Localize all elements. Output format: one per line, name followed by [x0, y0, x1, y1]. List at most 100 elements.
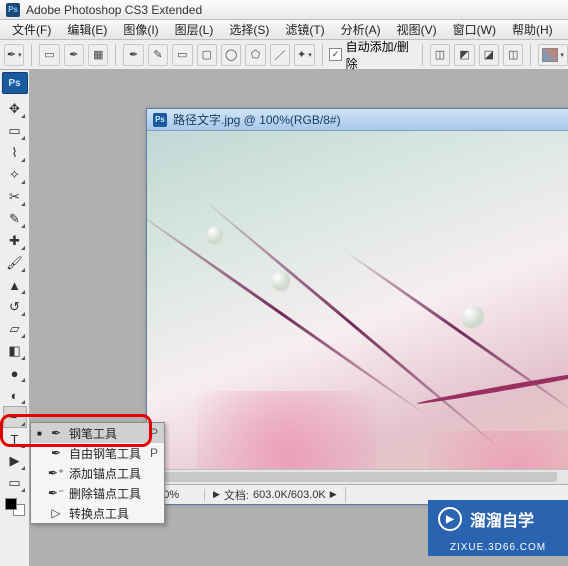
- blur-tool[interactable]: ●: [3, 362, 27, 384]
- color-swatches[interactable]: [3, 496, 27, 518]
- menu-window[interactable]: 窗口(W): [445, 21, 504, 38]
- flyout-item-delete-anchor-tool[interactable]: ✒⁻ 删除锚点工具: [31, 483, 164, 503]
- image-content: [272, 271, 290, 291]
- pen-icon: ✒: [49, 426, 63, 440]
- dodge-tool[interactable]: ◐: [3, 384, 27, 406]
- pen-shape-icon[interactable]: ✒: [123, 44, 143, 66]
- path-op-subtract-icon[interactable]: ◩: [454, 44, 474, 66]
- doc-info-size: 603.0K/603.0K: [253, 489, 326, 501]
- gradient-tool[interactable]: ◧: [3, 340, 27, 362]
- shape-layers-icon[interactable]: ▭: [39, 44, 59, 66]
- convert-point-icon: ▷: [49, 506, 63, 520]
- menu-image[interactable]: 图像(I): [115, 21, 166, 38]
- options-bar: ✒▾ ▭ ✒ ▦ ✒ ✎ ▭ ▢ ◯ ⬠ ／ ✦▾ ✓ 自动添加/删除 ◫ ◩ …: [0, 40, 568, 70]
- shape-tool[interactable]: ▭: [3, 472, 27, 494]
- image-content: [462, 306, 484, 328]
- healing-brush-tool[interactable]: ✚: [3, 230, 27, 252]
- document-title-bar[interactable]: Ps 路径文字.jpg @ 100%(RGB/8#): [147, 109, 568, 131]
- custom-shape-icon[interactable]: ✦▾: [294, 44, 314, 66]
- chevron-down-icon: ▾: [18, 51, 22, 59]
- document-canvas[interactable]: [147, 131, 568, 469]
- image-content: [147, 211, 425, 414]
- menu-select[interactable]: 选择(S): [221, 21, 277, 38]
- menu-help[interactable]: 帮助(H): [504, 21, 561, 38]
- delete-anchor-icon: ✒⁻: [49, 486, 63, 500]
- doc-info[interactable]: ▶ 文档: 603.0K/603.0K ▶: [205, 487, 346, 503]
- flyout-shortcut: P: [150, 446, 158, 460]
- image-content: [417, 366, 568, 406]
- flyout-item-convert-point-tool[interactable]: ▷ 转换点工具: [31, 503, 164, 523]
- ps-badge[interactable]: Ps: [2, 72, 28, 94]
- separator: [322, 44, 323, 66]
- history-brush-tool[interactable]: ↺: [3, 296, 27, 318]
- menu-layer[interactable]: 图层(L): [167, 21, 222, 38]
- path-op-intersect-icon[interactable]: ◪: [479, 44, 499, 66]
- separator: [115, 44, 116, 66]
- image-content: [207, 226, 223, 244]
- pen-tool[interactable]: ✒: [3, 406, 27, 428]
- marquee-tool[interactable]: ▭: [3, 120, 27, 142]
- current-tool-icon[interactable]: ✒▾: [4, 44, 24, 66]
- auto-add-delete-checkbox[interactable]: ✓: [329, 48, 341, 61]
- flyout-shortcut: P: [150, 426, 158, 440]
- app-icon: Ps: [6, 3, 20, 17]
- menu-file[interactable]: 文件(F): [4, 21, 59, 38]
- path-selection-tool[interactable]: ▶: [3, 450, 27, 472]
- ellipse-shape-icon[interactable]: ◯: [221, 44, 241, 66]
- flyout-item-pen-tool[interactable]: ■ ✒ 钢笔工具 P: [31, 423, 164, 443]
- menu-edit[interactable]: 编辑(E): [59, 21, 115, 38]
- polygon-shape-icon[interactable]: ⬠: [245, 44, 265, 66]
- document-window: Ps 路径文字.jpg @ 100%(RGB/8#) 100% ▶ 文档:: [146, 108, 568, 505]
- pen-tool-flyout: ■ ✒ 钢笔工具 P ✒ 自由钢笔工具 P ✒⁺ 添加锚点工具 ✒⁻ 删除锚点工…: [30, 422, 165, 524]
- crop-tool[interactable]: ✂: [3, 186, 27, 208]
- style-swatch[interactable]: ▾: [538, 44, 568, 66]
- magic-wand-tool[interactable]: ✧: [3, 164, 27, 186]
- arrow-right-icon: ▶: [213, 489, 220, 500]
- watermark: ▶ 溜溜自学 ZIXUE.3D66.COM: [428, 500, 568, 538]
- flyout-label: 删除锚点工具: [69, 485, 141, 502]
- watermark-text: 溜溜自学: [470, 507, 534, 531]
- title-bar: Ps Adobe Photoshop CS3 Extended: [0, 0, 568, 20]
- tools-panel: Ps ✥ ▭ ⌇ ✧ ✂ ✎ ✚ 🖌 ▲ ↺ ▱ ◧ ● ◐ ✒ T ▶ ▭: [0, 70, 30, 566]
- path-op-add-icon[interactable]: ◫: [430, 44, 450, 66]
- lasso-tool[interactable]: ⌇: [3, 142, 27, 164]
- chevron-down-icon: ▾: [560, 51, 564, 59]
- rounded-rect-shape-icon[interactable]: ▢: [197, 44, 217, 66]
- image-content: [427, 431, 568, 469]
- horizontal-scrollbar[interactable]: [147, 469, 568, 484]
- auto-add-delete-label: 自动添加/删除: [346, 38, 415, 72]
- separator: [530, 44, 531, 66]
- eyedropper-tool[interactable]: ✎: [3, 208, 27, 230]
- freeform-pen-shape-icon[interactable]: ✎: [148, 44, 168, 66]
- chevron-right-icon: ▶: [330, 489, 337, 500]
- path-op-exclude-icon[interactable]: ◫: [503, 44, 523, 66]
- image-content: [197, 391, 377, 469]
- document-icon: Ps: [153, 113, 167, 127]
- brush-tool[interactable]: 🖌: [3, 252, 27, 274]
- menu-analysis[interactable]: 分析(A): [333, 21, 389, 38]
- image-content: [346, 251, 568, 414]
- move-tool[interactable]: ✥: [3, 98, 27, 120]
- flyout-item-freeform-pen-tool[interactable]: ✒ 自由钢笔工具 P: [31, 443, 164, 463]
- add-anchor-icon: ✒⁺: [49, 466, 63, 480]
- selected-marker: ■: [37, 429, 43, 438]
- menu-filter[interactable]: 滤镜(T): [277, 21, 332, 38]
- clone-stamp-tool[interactable]: ▲: [3, 274, 27, 296]
- doc-info-label: 文档:: [224, 487, 249, 503]
- flyout-label: 添加锚点工具: [69, 465, 141, 482]
- eraser-tool[interactable]: ▱: [3, 318, 27, 340]
- paths-icon[interactable]: ✒: [64, 44, 84, 66]
- flyout-item-add-anchor-tool[interactable]: ✒⁺ 添加锚点工具: [31, 463, 164, 483]
- menu-view[interactable]: 视图(V): [389, 21, 445, 38]
- chevron-down-icon: ▾: [308, 51, 312, 59]
- line-shape-icon[interactable]: ／: [270, 44, 290, 66]
- document-title: 路径文字.jpg @ 100%(RGB/8#): [173, 111, 341, 128]
- flyout-label: 钢笔工具: [69, 425, 117, 442]
- app-title: Adobe Photoshop CS3 Extended: [26, 3, 202, 17]
- menu-bar: 文件(F) 编辑(E) 图像(I) 图层(L) 选择(S) 滤镜(T) 分析(A…: [0, 20, 568, 40]
- fill-pixels-icon[interactable]: ▦: [88, 44, 108, 66]
- type-tool[interactable]: T: [3, 428, 27, 450]
- flyout-label: 转换点工具: [69, 505, 129, 522]
- play-icon: ▶: [438, 507, 462, 531]
- rectangle-shape-icon[interactable]: ▭: [172, 44, 192, 66]
